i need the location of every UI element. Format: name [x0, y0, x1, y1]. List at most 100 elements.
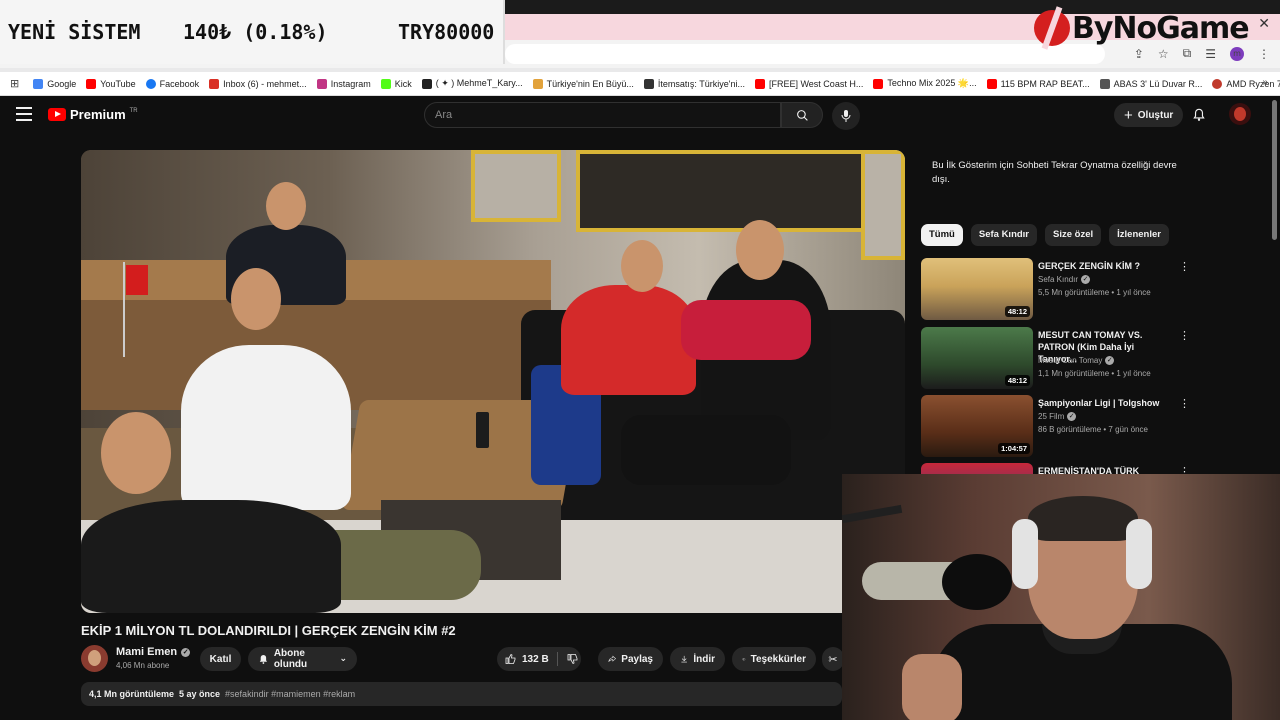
chip-for-you[interactable]: Size özel: [1045, 224, 1102, 246]
recommendation-meta: 86 B görüntüleme • 7 gün önce: [1038, 425, 1148, 434]
subscribed-button[interactable]: Abone olundu ⌄: [248, 647, 357, 671]
recommendation-channel[interactable]: 25 Film ✓: [1038, 412, 1077, 421]
download-button[interactable]: İndir: [670, 647, 725, 671]
chip-all[interactable]: Tümü: [921, 224, 963, 246]
bookmark-favicon-icon: [643, 78, 654, 89]
bookmark-item[interactable]: AMD Ryzen 7 9800...: [1212, 78, 1280, 89]
screen: ✕ ⇪ ☆ ⧉ ☰ m ⋮ ⊞ Google YouTube Facebook …: [0, 0, 1280, 720]
search-button[interactable]: [781, 102, 823, 128]
like-dislike-buttons[interactable]: 132 B: [497, 647, 581, 671]
bookmark-item[interactable]: YouTube: [86, 78, 136, 89]
more-bookmarks-icon[interactable]: »: [1262, 77, 1268, 88]
apps-grid-icon[interactable]: ⊞: [10, 77, 19, 90]
bookmark-favicon-icon: [873, 78, 884, 89]
bookmark-item[interactable]: 115 BPM RAP BEAT...: [986, 78, 1090, 89]
verified-check-icon: ✓: [1081, 275, 1091, 284]
recommendation-title[interactable]: GERÇEK ZENGİN KİM ?: [1038, 260, 1173, 272]
thanks-heart-icon: $: [742, 657, 746, 661]
profile-avatar[interactable]: m: [1230, 46, 1244, 61]
bookmark-item[interactable]: Inbox (6) - mehmet...: [209, 78, 307, 89]
sidebar-icon[interactable]: ☰: [1205, 47, 1216, 61]
more-options-icon[interactable]: ⋮: [1179, 397, 1190, 410]
chevron-down-icon: ⌄: [339, 654, 347, 664]
user-avatar[interactable]: [1229, 103, 1251, 125]
view-count: 4,1 Mn görüntüleme: [89, 689, 175, 699]
ticker-price: 140₺ (0.18%): [183, 20, 328, 44]
video-thumbnail[interactable]: 48:12: [921, 258, 1033, 320]
menu-kebab-icon[interactable]: ⋮: [1258, 47, 1270, 61]
thumbs-down-icon[interactable]: [567, 653, 579, 665]
video-duration: 48:12: [1004, 306, 1030, 317]
chip-watched[interactable]: İzlenenler: [1109, 224, 1169, 246]
video-duration: 1:04:57: [998, 443, 1030, 454]
recommendation-item[interactable]: 48:12 MESUT CAN TOMAY VS. PATRON (Kim Da…: [921, 327, 1193, 389]
youtube-country-code: TR: [129, 107, 138, 114]
address-bar[interactable]: [505, 44, 1105, 64]
share-icon: [608, 655, 617, 662]
clip-button[interactable]: ✂: [822, 647, 844, 671]
bookmark-item[interactable]: [FREE] West Coast H...: [754, 78, 863, 89]
verified-check-icon: ✓: [181, 647, 191, 657]
bookmark-item[interactable]: Google: [33, 78, 76, 89]
thanks-label: Teşekkürler: [750, 653, 806, 665]
voice-search-button[interactable]: [832, 102, 860, 130]
bynogame-logo-text: ByNoGame: [1072, 10, 1250, 46]
bookmark-item[interactable]: Instagram: [316, 78, 371, 89]
extensions-icon[interactable]: ⧉: [1183, 46, 1192, 61]
more-options-icon[interactable]: ⋮: [1179, 260, 1190, 273]
description-box[interactable]: 4,1 Mn görüntüleme 5 ay önce #sefakindir…: [81, 682, 842, 706]
youtube-play-icon: [48, 108, 66, 121]
bookmark-item[interactable]: ( ✦ ) MehmeT_Kary...: [421, 78, 523, 89]
bookmark-item[interactable]: İtemsatış: Türkiye'ni...: [643, 78, 745, 89]
menu-hamburger-icon[interactable]: [16, 107, 32, 121]
video-thumbnail[interactable]: 48:12: [921, 327, 1033, 389]
channel-name[interactable]: Mami Emen ✓: [116, 646, 191, 658]
join-button[interactable]: Katıl: [200, 647, 241, 671]
bookmark-item[interactable]: Türkiye'nin En Büyü...: [532, 78, 634, 89]
verified-check-icon: ✓: [1105, 356, 1115, 365]
bookmark-item[interactable]: Techno Mix 2025 🌟...: [873, 78, 977, 89]
bookmark-item[interactable]: Facebook: [145, 78, 199, 89]
join-label: Katıl: [209, 653, 232, 665]
scissors-icon: ✂: [828, 652, 838, 666]
video-title: EKİP 1 MİLYON TL DOLANDIRILDI | GERÇEK Z…: [81, 623, 456, 638]
streamer-webcam-overlay: [842, 474, 1280, 720]
turkish-flag-icon: [126, 265, 148, 295]
recommendation-channel[interactable]: Sefa Kındır ✓: [1038, 275, 1091, 284]
download-icon: [681, 655, 687, 663]
bookmark-favicon-icon: [380, 78, 391, 89]
toolbar-icons: ⇪ ☆ ⧉ ☰ m ⋮: [1134, 46, 1270, 61]
bookmark-item[interactable]: ABAS 3' Lü Duvar R...: [1099, 78, 1202, 89]
more-options-icon[interactable]: ⋮: [1179, 329, 1190, 342]
youtube-logo[interactable]: Premium TR: [48, 107, 138, 122]
chat-replay-notice: Bu İlk Gösterim için Sohbeti Tekrar Oyna…: [932, 160, 1177, 185]
share-button[interactable]: Paylaş: [598, 647, 663, 671]
recommendation-item[interactable]: 1:04:57 Şampiyonlar Ligi | Tolgshow 25 F…: [921, 395, 1193, 457]
channel-avatar[interactable]: [81, 645, 108, 672]
recommendation-title[interactable]: Şampiyonlar Ligi | Tolgshow: [1038, 397, 1173, 409]
recommendation-item[interactable]: 48:12 GERÇEK ZENGİN KİM ? Sefa Kındır ✓ 5…: [921, 258, 1193, 320]
bookmark-favicon-icon: [209, 78, 220, 89]
hashtags[interactable]: #sefakindir #mamiemen #reklam: [225, 689, 355, 699]
video-player[interactable]: [81, 150, 905, 613]
install-app-icon[interactable]: ⇪: [1134, 47, 1144, 61]
page-scrollbar[interactable]: [1272, 100, 1277, 240]
microphone-icon: [841, 110, 851, 122]
bookmark-favicon-icon: [1212, 78, 1223, 89]
search-icon: [796, 109, 808, 121]
video-thumbnail[interactable]: 1:04:57: [921, 395, 1033, 457]
chip-sefa-kindir[interactable]: Sefa Kındır: [970, 224, 1038, 246]
close-window-icon[interactable]: ✕: [1258, 16, 1270, 32]
youtube-logo-text: Premium: [70, 107, 126, 122]
create-button[interactable]: + Oluştur: [1114, 103, 1184, 127]
thanks-button[interactable]: $ Teşekkürler: [732, 647, 816, 671]
bookmark-star-icon[interactable]: ☆: [1158, 47, 1169, 61]
bookmark-favicon-icon: [532, 78, 543, 89]
search-input[interactable]: Ara: [424, 102, 781, 128]
notifications-button[interactable]: [1192, 107, 1206, 127]
download-label: İndir: [693, 653, 715, 665]
bookmark-item[interactable]: Kick: [380, 78, 412, 89]
bookmark-favicon-icon: [86, 78, 97, 89]
recommendation-channel[interactable]: Mesut Can Tomay ✓: [1038, 356, 1115, 365]
thumbs-up-icon: [505, 653, 516, 664]
